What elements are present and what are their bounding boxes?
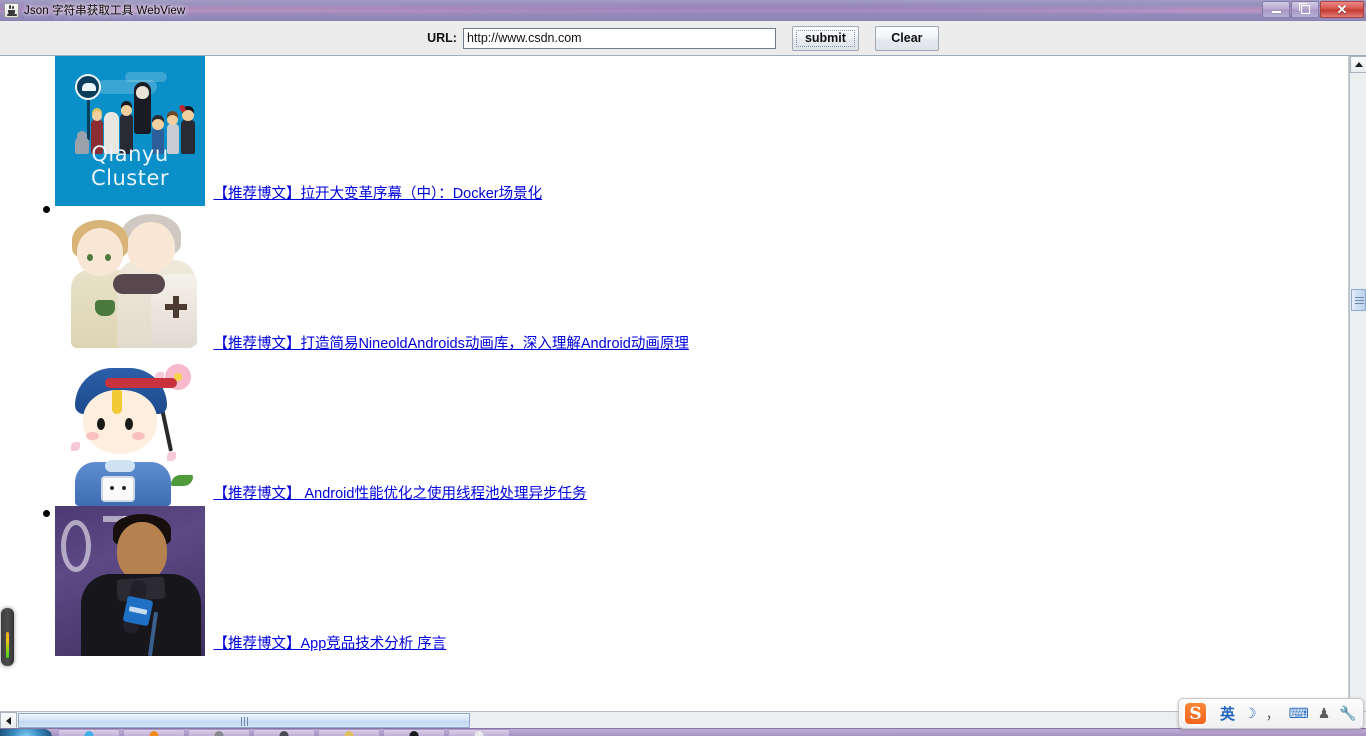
scroll-up-button[interactable] [1350, 56, 1366, 73]
activity-meter-icon [6, 632, 9, 658]
speaker-photo-thumbnail[interactable] [55, 506, 205, 656]
vertical-scrollbar-track[interactable] [1350, 73, 1366, 711]
close-button[interactable]: ✕ [1320, 1, 1364, 18]
qianyu-cluster-thumbnail[interactable]: Qianyu Cluster [55, 56, 205, 206]
user-icon[interactable]: ♟ [1318, 705, 1331, 722]
anime-couple-thumbnail[interactable] [55, 206, 205, 356]
window-controls: ✕ [1261, 1, 1364, 18]
ime-toolbar: S 英 ☽ ， ⌨ ♟ 🔧 [1178, 698, 1364, 729]
maximize-restore-button[interactable] [1291, 1, 1319, 18]
moon-icon[interactable]: ☽ [1244, 705, 1257, 722]
horizontal-scrollbar-thumb[interactable] [18, 713, 470, 728]
close-icon: ✕ [1336, 2, 1348, 17]
post-list: Qianyu Cluster 【推荐博文】拉开大变革序幕（中）：Docker场景… [0, 56, 1348, 656]
taskbar-item[interactable] [253, 729, 315, 736]
url-label: URL: [427, 31, 457, 45]
web-viewport[interactable]: 【免费专家】RecyclerView用法详解，让你彻底爱上它 Qianyu C [0, 56, 1349, 711]
restore-icon [1298, 3, 1310, 14]
windows-taskbar [0, 728, 1366, 736]
thumbnail-caption: Qianyu Cluster [90, 142, 170, 190]
java-coffee-cup-icon [4, 2, 19, 18]
minimize-icon [1271, 11, 1281, 13]
taskbar-item[interactable] [383, 729, 445, 736]
screen-recorder-gadget[interactable] [1, 608, 14, 666]
taskbar-item[interactable] [58, 729, 120, 736]
list-item: 【推荐博文】打造简易NineoldAndroids动画库，深入理解Android… [0, 206, 1348, 517]
ime-language-toggle[interactable]: 英 [1220, 703, 1235, 724]
list-item: 【推荐博文】App竞品技术分析 序言 [0, 506, 1348, 656]
taskbar-item[interactable] [448, 729, 510, 736]
taskbar-item[interactable] [188, 729, 250, 736]
cartoon-boy-thumbnail[interactable] [55, 356, 205, 506]
window-title: Json 字符串获取工具 WebView [24, 5, 186, 17]
post-link[interactable]: 【推荐博文】拉开大变革序幕（中）：Docker场景化 [213, 184, 542, 206]
post-link[interactable]: 【推荐博文】App竞品技术分析 序言 [213, 634, 446, 656]
url-input[interactable] [462, 27, 776, 49]
settings-wrench-icon[interactable]: 🔧 [1339, 705, 1356, 722]
punctuation-icon[interactable]: ， [1266, 704, 1280, 724]
sogou-logo-icon[interactable]: S [1183, 701, 1208, 726]
submit-button[interactable]: submit [791, 25, 859, 51]
vertical-scrollbar-thumb[interactable] [1351, 289, 1366, 311]
start-button[interactable] [0, 729, 52, 736]
chevron-up-icon [1354, 62, 1363, 67]
vertical-scrollbar[interactable] [1349, 56, 1366, 711]
post-link[interactable]: 【推荐博文】 Android性能优化之使用线程池处理异步任务 [213, 484, 586, 506]
chevron-left-icon [6, 716, 11, 725]
list-item: 【推荐博文】 Android性能优化之使用线程池处理异步任务 [0, 356, 1348, 506]
scroll-left-button[interactable] [0, 712, 17, 729]
taskbar-item[interactable] [123, 729, 185, 736]
rendered-page: 【免费专家】RecyclerView用法详解，让你彻底爱上它 Qianyu C [0, 56, 1348, 656]
post-link[interactable]: 【推荐博文】打造简易NineoldAndroids动画库，深入理解Android… [213, 334, 688, 356]
content-area: 【免费专家】RecyclerView用法详解，让你彻底爱上它 Qianyu C [0, 56, 1366, 711]
horizontal-scrollbar[interactable] [0, 711, 1366, 729]
window-titlebar[interactable]: Json 字符串获取工具 WebView ✕ [0, 0, 1366, 21]
taskbar-item[interactable] [318, 729, 380, 736]
application-window: Json 字符串获取工具 WebView ✕ URL: submit Clear [0, 0, 1366, 729]
keyboard-icon[interactable]: ⌨ [1289, 705, 1309, 722]
minimize-button[interactable] [1262, 1, 1290, 18]
url-toolbar: URL: submit Clear [0, 21, 1366, 56]
clear-button[interactable]: Clear [874, 25, 939, 51]
list-item: Qianyu Cluster 【推荐博文】拉开大变革序幕（中）：Docker场景… [0, 56, 1348, 213]
